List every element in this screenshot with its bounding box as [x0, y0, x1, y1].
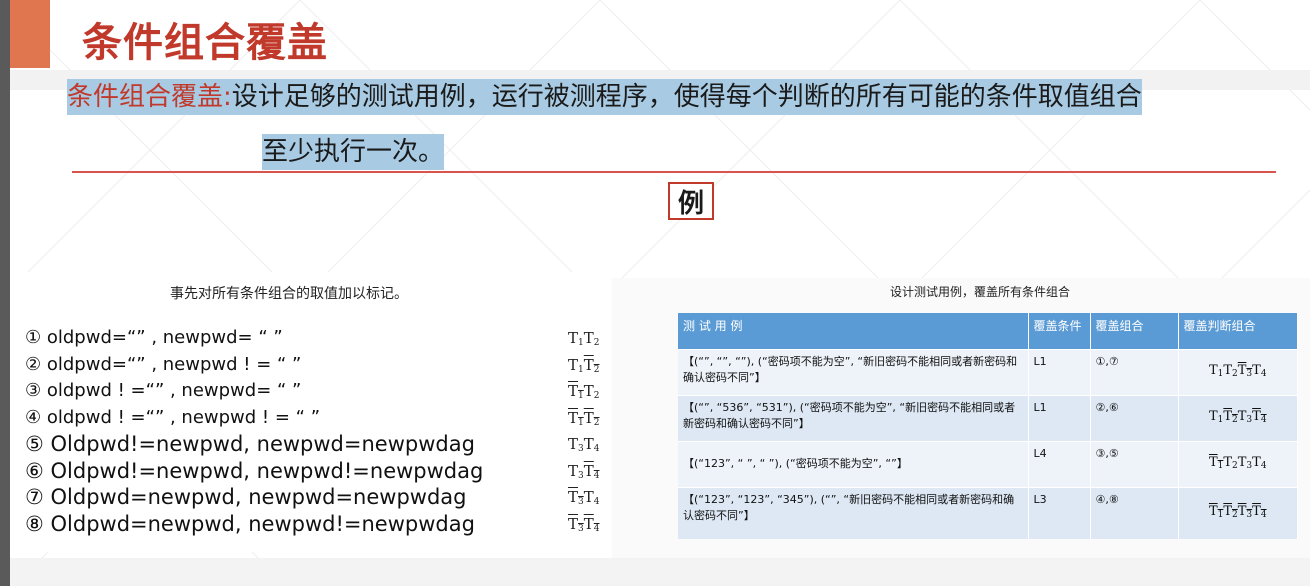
condition-case: ⑦ Oldpwd=newpwd, newpwd=newpwdag — [25, 485, 467, 509]
truth-term: T2 — [583, 382, 600, 401]
truth-term: T4 — [1252, 408, 1267, 425]
cell-decision: T1T2T3T4 — [1178, 440, 1298, 487]
definition-term: 条件组合覆盖: — [67, 82, 232, 112]
truth-term: T2 — [583, 329, 600, 348]
definition-text-1: 设计足够的测试用例，运行被测程序，使得每个判断的所有可能的条件取值组合 — [231, 82, 1142, 112]
truth-term: T1 — [1208, 362, 1224, 379]
page-title: 条件组合覆盖 — [82, 20, 328, 66]
truth-label: T1T2 — [568, 378, 600, 405]
truth-term: T3 — [1237, 362, 1253, 379]
truth-term: T1 — [1208, 503, 1224, 520]
truth-label: T3T4 — [568, 511, 600, 538]
truth-term: T2 — [1223, 454, 1238, 471]
truth-label: T3T4 — [568, 484, 600, 511]
condition-case: ③ oldpwd ! =“” , newpwd= “ ” — [25, 380, 302, 401]
cell-case: 【(“123”, “ ”, “ ”), (“密码项不能为空”, “”】 — [678, 440, 1029, 487]
truth-term: T1 — [568, 355, 584, 375]
right-panel-heading: 设计测试用例，覆盖所有条件组合 — [890, 285, 1071, 299]
truth-term: T2 — [1223, 408, 1238, 425]
cell-decision: T1T2T3T4 — [1178, 348, 1298, 395]
truth-term: T4 — [1252, 503, 1267, 520]
truth-term: T1 — [1208, 454, 1224, 471]
truth-term: T4 — [583, 488, 600, 507]
truth-term: T3 — [568, 461, 584, 481]
cell-decision: T1T2T3T4 — [1178, 486, 1298, 539]
cell-case: 【(“”, “”, “”), (“密码项不能为空”, “新旧密码不能相同或者新密… — [678, 348, 1029, 395]
truth-label-list: T1T2 T1T2 T1T2 T1T2 T3T4 T3T4 T3T4 T3T4 — [568, 325, 600, 537]
truth-term: T4 — [583, 514, 600, 534]
truth-term: T4 — [1252, 454, 1267, 471]
condition-case: ④ oldpwd ! =“” , newpwd ! = “ ” — [25, 406, 321, 428]
cell-condition: L3 — [1028, 486, 1091, 539]
cell-combo: ③,⑤ — [1090, 440, 1179, 487]
truth-term: T1 — [568, 382, 584, 401]
cell-case: 【(“123”, “123”, “345”), (“”, “新旧密码不能相同或者… — [678, 486, 1029, 539]
table-header-row: 测 试 用 例 覆盖条件 覆盖组合 覆盖判断组合 — [678, 313, 1298, 349]
cell-combo: ④,⑧ — [1090, 486, 1179, 539]
cell-condition: L1 — [1028, 394, 1091, 441]
condition-case-list: ① oldpwd=“” , newpwd= “ ” ② oldpwd=“” , … — [25, 325, 483, 537]
condition-case: ⑧ Oldpwd=newpwd, newpwd!=newpwdag — [25, 511, 475, 536]
truth-label: T1T2 — [568, 352, 600, 379]
truth-term: T3 — [568, 514, 584, 534]
example-label: 例 — [668, 182, 714, 220]
truth-term: T4 — [583, 435, 600, 454]
test-case-table: 测 试 用 例 覆盖条件 覆盖组合 覆盖判断组合 【(“”, “”, “”), … — [678, 313, 1298, 539]
truth-term: T1 — [568, 329, 584, 348]
cell-combo: ②,⑥ — [1090, 394, 1179, 441]
truth-term: T3 — [568, 488, 584, 507]
truth-label: T3T4 — [568, 458, 600, 485]
truth-term: T2 — [583, 408, 600, 428]
col-header-condition: 覆盖条件 — [1028, 313, 1091, 349]
left-edge-strip — [0, 0, 10, 586]
definition-line-2: 至少执行一次。 — [262, 134, 445, 170]
truth-term: T1 — [568, 408, 584, 428]
title-accent-bar — [10, 0, 50, 68]
left-panel-heading: 事先对所有条件组合的取值加以标记。 — [170, 286, 408, 302]
condition-case: ⑥ Oldpwd!=newpwd, newpwd!=newpwdag — [25, 458, 484, 483]
truth-term: T2 — [1223, 362, 1238, 379]
col-header-combo: 覆盖组合 — [1090, 313, 1179, 349]
table-row: 【(“”, “”, “”), (“密码项不能为空”, “新旧密码不能相同或者新密… — [678, 348, 1298, 395]
truth-label: T1T2 — [568, 325, 600, 352]
cell-condition: L1 — [1028, 348, 1091, 395]
truth-term: T3 — [568, 435, 584, 454]
cell-combo: ①,⑦ — [1090, 348, 1179, 395]
col-header-case: 测 试 用 例 — [678, 313, 1029, 349]
truth-term: T3 — [1237, 408, 1253, 425]
truth-label: T3T4 — [568, 431, 600, 458]
cell-condition: L4 — [1028, 440, 1091, 487]
condition-case: ② oldpwd=“” , newpwd ! = “ ” — [25, 353, 302, 375]
col-header-decision: 覆盖判断组合 — [1178, 313, 1298, 349]
truth-term: T3 — [1237, 454, 1253, 471]
truth-term: T4 — [1252, 362, 1267, 379]
truth-term: T2 — [1223, 503, 1238, 520]
truth-term: T3 — [1237, 503, 1253, 520]
section-divider — [72, 171, 1276, 173]
truth-term: T4 — [583, 461, 600, 481]
table-row: 【(“”, “536”, “531”), (“密码项不能为空”, “新旧密码不能… — [678, 394, 1298, 441]
definition-line-1: 条件组合覆盖:设计足够的测试用例，运行被测程序，使得每个判断的所有可能的条件取值… — [67, 79, 1142, 115]
truth-label: T1T2 — [568, 405, 600, 432]
table-row: 【(“123”, “123”, “345”), (“”, “新旧密码不能相同或者… — [678, 486, 1298, 539]
condition-case: ① oldpwd=“” , newpwd= “ ” — [25, 327, 283, 348]
truth-term: T2 — [583, 355, 600, 375]
table-row: 【(“123”, “ ”, “ ”), (“密码项不能为空”, “”】 L4 ③… — [678, 440, 1298, 487]
cell-case: 【(“”, “536”, “531”), (“密码项不能为空”, “新旧密码不能… — [678, 394, 1029, 441]
condition-case: ⑤ Oldpwd!=newpwd, newpwd=newpwdag — [25, 432, 475, 456]
cell-decision: T1T2T3T4 — [1178, 394, 1298, 441]
footer-band — [10, 558, 1310, 586]
truth-term: T1 — [1208, 408, 1224, 425]
